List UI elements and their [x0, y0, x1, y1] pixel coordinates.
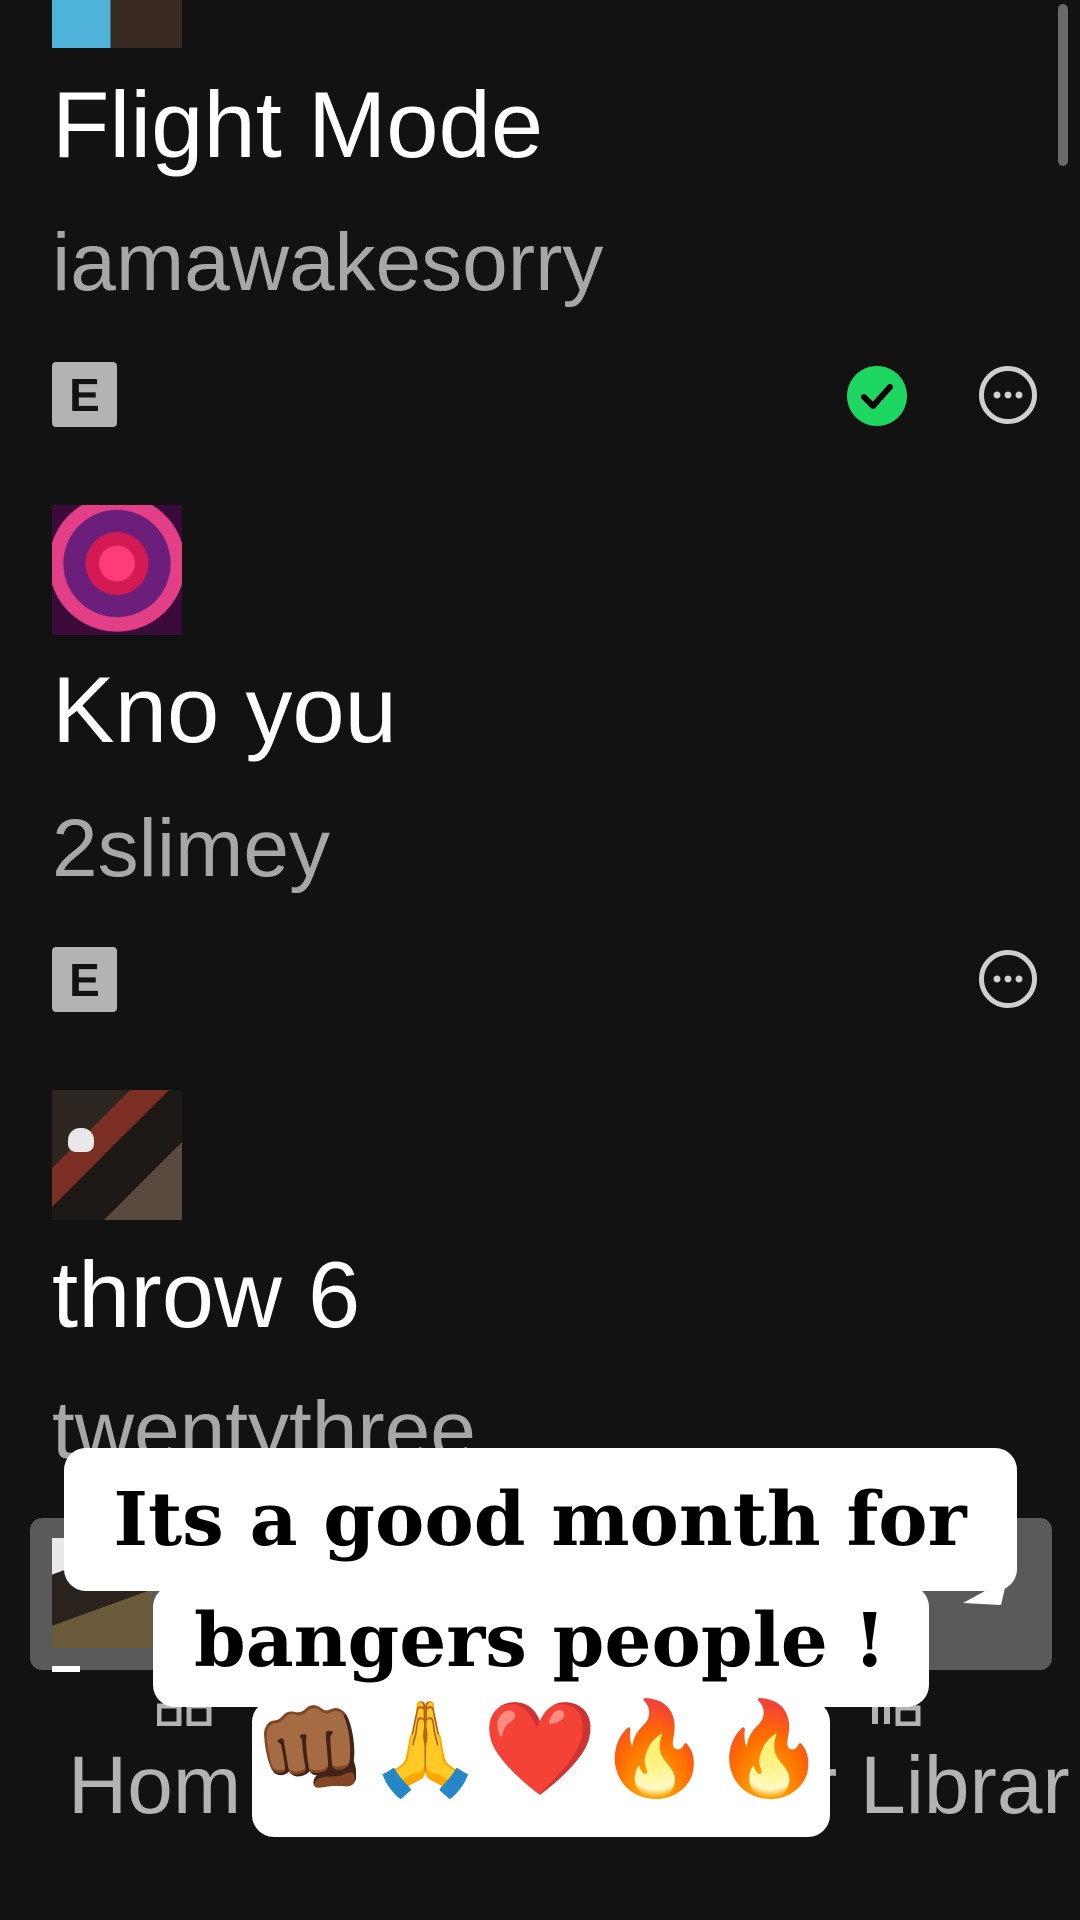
track-1-artwork[interactable] — [52, 0, 182, 48]
track-1-artist[interactable]: iamawakesorry — [52, 222, 603, 304]
check-circle-icon[interactable] — [847, 366, 907, 426]
track-3-title[interactable]: throw 6 — [52, 1248, 360, 1342]
track-1-title[interactable]: Flight Mode — [52, 78, 543, 172]
more-options-icon[interactable] — [979, 366, 1037, 424]
skull-graphic — [68, 1128, 94, 1152]
caption-line-1: Its a good month for — [113, 1477, 967, 1563]
track-2-artwork[interactable] — [52, 505, 182, 635]
explicit-badge: E — [52, 362, 117, 427]
caption-emojis: 👊🏾🙏❤️🔥🔥 — [253, 1695, 827, 1802]
caption-line-2: bangers people ! — [193, 1598, 887, 1684]
more-options-icon[interactable] — [979, 950, 1037, 1008]
track-2-title[interactable]: Kno you — [52, 663, 397, 757]
scrollbar[interactable] — [1058, 4, 1068, 166]
track-2-artist[interactable]: 2slimey — [52, 808, 330, 890]
explicit-badge: E — [52, 947, 117, 1012]
track-3-artwork[interactable] — [52, 1090, 182, 1220]
